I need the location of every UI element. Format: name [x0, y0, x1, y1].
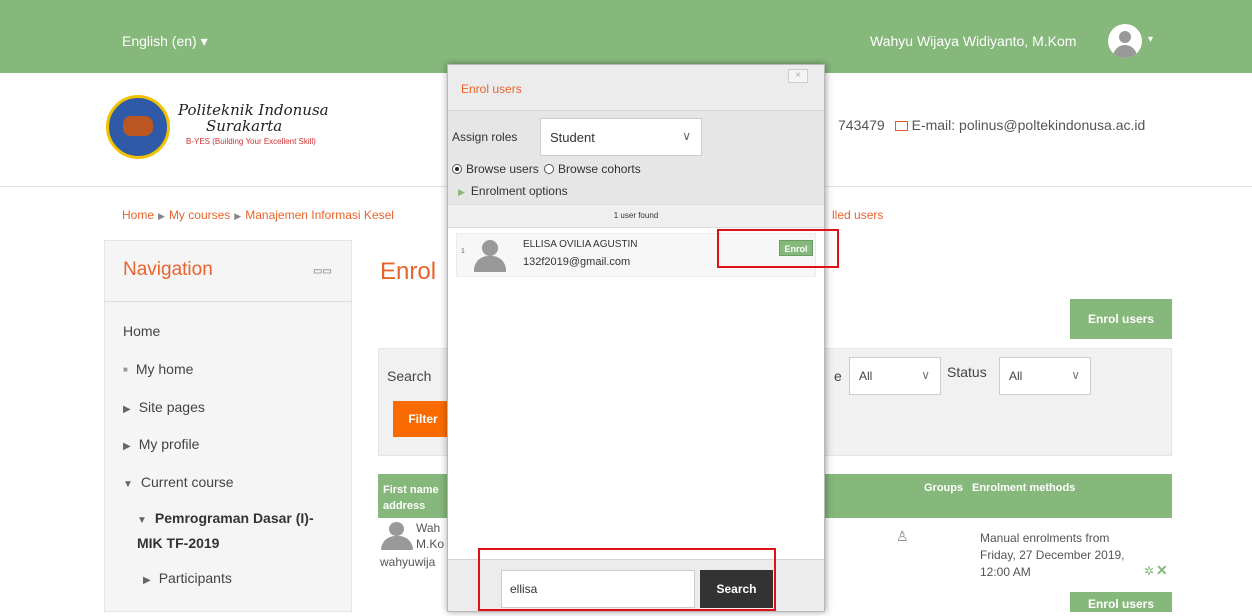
nav-course-line1: Pemrograman Dasar (I)- — [154, 510, 314, 526]
remove-enrolment-icon[interactable]: ✕ — [1156, 562, 1168, 579]
result-index: 1 — [461, 248, 465, 255]
dialog-options: Assign roles Student ∨ Browse users Brows… — [448, 111, 824, 204]
column-first-name-line2: address — [383, 500, 426, 512]
breadcrumb-arrow-icon: ▶ — [234, 211, 242, 221]
nav-course-line2: MIK TF-2019 — [137, 535, 220, 551]
enrolment-options-toggle[interactable]: ▶ Enrolment options — [458, 184, 568, 198]
user-avatar-icon — [380, 522, 414, 550]
enrol-users-dialog: Enrol users × Assign roles Student ∨ Brow… — [447, 64, 825, 612]
navigation-divider — [105, 301, 351, 302]
chevron-down-icon: ∨ — [1071, 368, 1080, 382]
email-info: E-mail: polinus@poltekindonusa.ac.id — [911, 117, 1146, 133]
close-icon[interactable]: × — [788, 69, 808, 83]
breadcrumb-current: lled users — [832, 208, 884, 222]
enrol-highlight-box — [717, 229, 839, 268]
expand-arrow-icon: ▶ — [458, 187, 465, 197]
user-menu-caret-icon[interactable]: ▾ — [1148, 34, 1153, 45]
language-menu[interactable]: English (en) ▾ — [122, 33, 208, 50]
site-logo[interactable]: Politeknik Indonusa Surakarta B-YES (Bui… — [106, 95, 336, 159]
nav-item-label: Current course — [140, 474, 234, 490]
enrolment-line2: Friday, 27 December 2019, — [980, 548, 1125, 562]
breadcrumb-my-courses[interactable]: My courses — [169, 208, 230, 222]
nav-item-course[interactable]: ▼ Pemrograman Dasar (I)- MIK TF-2019 — [137, 507, 314, 554]
nav-item-label: My home — [135, 361, 194, 377]
column-groups: Groups — [924, 482, 964, 494]
result-user-email: 132f2019@gmail.com — [523, 256, 631, 268]
top-navbar: English (en) ▾ Wahyu Wijaya Widiyanto, M… — [0, 0, 1252, 73]
breadcrumb: Home ▶ My courses ▶ Manajemen Informasi Kese… — [122, 208, 394, 222]
logo-tagline: B-YES (Building Your Excellent Skill) — [186, 137, 316, 146]
role-label: e — [834, 368, 842, 384]
phone-fragment: 743479 — [838, 117, 885, 133]
result-user-name: ELLISA OVILIA AGUSTIN — [523, 239, 638, 250]
language-label: English (en) — [122, 33, 197, 49]
breadcrumb-course[interactable]: Manajemen Informasi Kesel — [245, 208, 394, 222]
user-avatar-icon — [473, 240, 507, 272]
expand-arrow-icon: ▶ — [143, 575, 151, 586]
add-group-icon[interactable]: ♙ — [896, 528, 909, 545]
column-enrolment-methods: Enrolment methods — [972, 482, 1076, 494]
nav-item-home[interactable]: Home — [123, 323, 160, 339]
assign-roles-value: Student — [550, 130, 595, 145]
enrolment-line1: Manual enrolments from — [980, 531, 1110, 545]
collapse-arrow-icon: ▼ — [137, 515, 147, 526]
navigation-block: Navigation ▭▭ Home ■ My home ▶ Site pages … — [104, 240, 352, 612]
nav-item-label: Participants — [158, 570, 232, 586]
enrolment-options-label: Enrolment options — [470, 184, 568, 198]
navigation-title: Navigation — [123, 259, 213, 280]
browse-mode-radios: Browse users Browse cohorts — [452, 162, 641, 176]
chevron-down-icon: ∨ — [921, 368, 930, 382]
assign-roles-select[interactable]: Student ∨ — [540, 118, 702, 156]
nav-item-my-profile[interactable]: ▶ My profile — [123, 436, 199, 452]
status-filter-value: All — [1009, 369, 1023, 383]
status-filter-select[interactable]: All ∨ — [999, 357, 1091, 395]
collapse-arrow-icon: ▼ — [123, 479, 133, 490]
nav-item-current-course[interactable]: ▼ Current course — [123, 474, 234, 490]
search-highlight-box — [478, 548, 776, 611]
dialog-header: Enrol users × — [448, 65, 824, 111]
user-avatar-icon[interactable] — [1108, 24, 1142, 58]
block-dock-icon[interactable]: ▭▭ — [313, 266, 332, 277]
breadcrumb-home[interactable]: Home — [122, 208, 154, 222]
column-first-name-line1: First name — [383, 484, 439, 496]
assign-roles-label: Assign roles — [452, 130, 518, 144]
user-name[interactable]: Wahyu Wijaya Widiyanto, M.Kom — [870, 33, 1076, 49]
role-filter-value: All — [859, 369, 873, 383]
browse-users-label[interactable]: Browse users — [466, 162, 539, 176]
expand-arrow-icon: ▶ — [123, 441, 131, 452]
status-label: Status — [947, 364, 987, 380]
row-email: wahyuwija — [380, 555, 436, 569]
users-found-count: 1 user found — [448, 204, 824, 228]
breadcrumb-arrow-icon: ▶ — [158, 211, 165, 221]
row-name-line2[interactable]: M.Ko — [416, 537, 444, 551]
page-title: Enrol — [380, 258, 437, 285]
expand-arrow-icon: ▶ — [123, 404, 131, 415]
chevron-down-icon: ∨ — [682, 129, 691, 143]
nav-item-label: My profile — [138, 436, 200, 452]
nav-item-participants[interactable]: ▶ Participants — [143, 570, 232, 586]
browse-cohorts-radio[interactable] — [544, 164, 555, 174]
chevron-down-icon: ▾ — [200, 33, 208, 49]
enrol-users-button[interactable]: Enrol users — [1070, 299, 1172, 339]
nav-item-site-pages[interactable]: ▶ Site pages — [123, 399, 205, 415]
browse-users-radio[interactable] — [452, 164, 462, 174]
dialog-title: Enrol users — [461, 82, 522, 96]
envelope-icon — [894, 121, 908, 131]
logo-seal-icon — [106, 95, 170, 159]
browse-cohorts-label[interactable]: Browse cohorts — [558, 162, 641, 176]
enrol-users-button-bottom[interactable]: Enrol users — [1070, 592, 1172, 612]
gear-icon[interactable]: ✲ — [1144, 564, 1154, 578]
row-name-line1[interactable]: Wah — [416, 521, 440, 535]
nav-item-my-home[interactable]: ■ My home — [123, 361, 193, 377]
filter-button[interactable]: Filter — [393, 401, 453, 437]
enrolment-method-info: Manual enrolments from Friday, 27 Decembe… — [980, 530, 1125, 581]
search-label: Search — [387, 368, 432, 384]
logo-name-line2: Surakarta — [206, 117, 283, 135]
nav-item-label: Site pages — [138, 399, 205, 415]
column-first-name[interactable]: First name address — [383, 482, 439, 514]
bullet-icon: ■ — [123, 365, 128, 374]
contact-info: 743479 E-mail: polinus@poltekindonusa.ac… — [838, 117, 1145, 133]
enrolment-line3: 12:00 AM — [980, 565, 1031, 579]
role-filter-select[interactable]: All ∨ — [849, 357, 941, 395]
